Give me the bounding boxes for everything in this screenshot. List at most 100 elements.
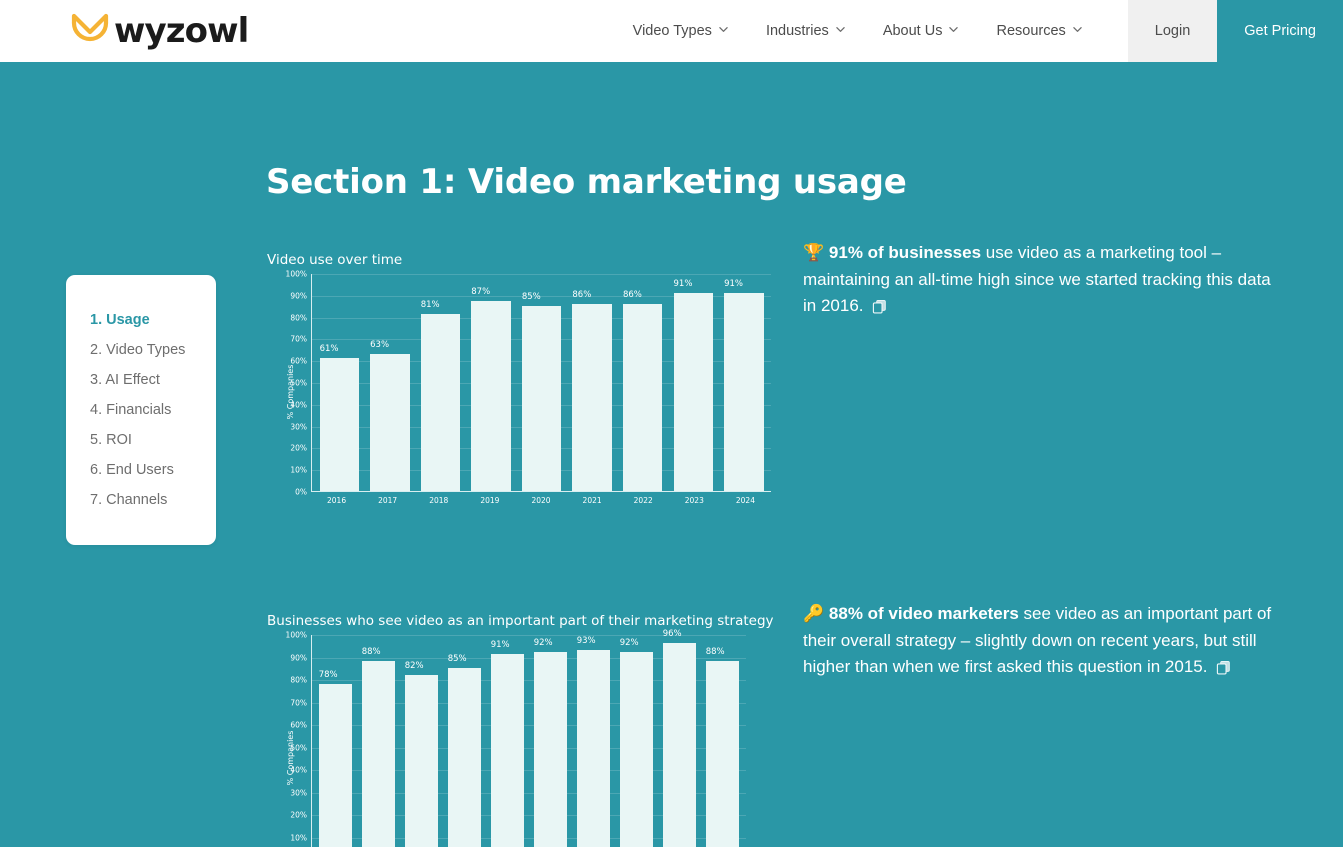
bar-slot: 96%	[658, 629, 701, 847]
y-tick-label: 60%	[290, 356, 307, 366]
x-tick-label: 2016	[327, 496, 347, 505]
nav-item-about-us[interactable]: About Us	[864, 0, 978, 62]
bar[interactable]: 86%	[622, 290, 663, 491]
bar-value-label: 81%	[420, 300, 440, 311]
section-navigation-card: 1. Usage 2. Video Types 3. AI Effect 4. …	[66, 275, 216, 545]
y-tick-label: 100%	[285, 269, 307, 279]
page-title: Section 1: Video marketing usage	[266, 162, 907, 202]
bar-series: 61% 63% 81% 87% 85% 86% 86% 91% 91%	[312, 274, 771, 491]
logo-text: wyzowl	[114, 11, 249, 51]
nav-item-resources[interactable]: Resources	[977, 0, 1100, 62]
bar-slot: 78%	[314, 635, 357, 847]
y-tick-label: 0%	[295, 487, 307, 497]
bar-value-label: 85%	[447, 653, 467, 664]
bar-value-label: 82%	[404, 660, 424, 671]
nav-item-video-types[interactable]: Video Types	[614, 0, 747, 62]
y-tick-label: 30%	[290, 788, 307, 797]
copy-icon[interactable]	[872, 299, 887, 314]
bar[interactable]: 63%	[370, 340, 410, 491]
x-tick-label: 2022	[633, 496, 653, 505]
bar[interactable]: 96%	[662, 629, 697, 847]
sidebar-item-roi[interactable]: 5. ROI	[66, 425, 216, 455]
bar[interactable]: 85%	[447, 654, 482, 847]
x-tick-label: 2019	[480, 496, 500, 505]
bar[interactable]: 88%	[705, 647, 740, 847]
chart-video-use-over-time: Video use over time % Companies 0% 10% 20%…	[263, 252, 775, 527]
bar[interactable]: 88%	[361, 647, 396, 847]
y-tick-label: 10%	[290, 465, 307, 475]
bar-slot: 92%	[529, 635, 572, 847]
y-tick-label: 30%	[290, 422, 307, 432]
bar-value-label: 63%	[370, 339, 390, 350]
y-tick-label: 20%	[290, 810, 307, 820]
y-tick-label: 20%	[290, 443, 307, 453]
bar-value-label: 91%	[724, 278, 743, 289]
bar[interactable]: 93%	[576, 636, 611, 847]
chart-plot: % Companies 0%10%20%30%40%50%60%70%80%90…	[263, 629, 750, 847]
sidebar-item-ai-effect[interactable]: 3. AI Effect	[66, 365, 216, 395]
bar[interactable]: 85%	[521, 292, 562, 491]
x-tick-label: 2017	[378, 496, 398, 505]
bar-slot: 86%	[567, 274, 618, 491]
nav-label: About Us	[882, 23, 943, 39]
y-tick-label: 50%	[290, 378, 307, 388]
key-emoji: 🔑	[803, 604, 825, 623]
y-tick-label: 40%	[290, 765, 307, 775]
bar[interactable]: 92%	[533, 638, 568, 847]
chart-video-important-part-of-strategy: Businesses who see video as an important…	[263, 613, 774, 847]
x-tick-label: 2020	[531, 496, 551, 505]
y-tick-label: 60%	[290, 720, 307, 730]
stat-highlight: 88% of video marketers	[828, 604, 1019, 623]
y-tick-label: 90%	[290, 653, 307, 662]
sidebar-item-financials[interactable]: 4. Financials	[66, 395, 216, 425]
bar-slot: 85%	[443, 635, 486, 847]
bar-value-label: 61%	[319, 344, 339, 355]
bar[interactable]: 78%	[318, 670, 353, 847]
bar-value-label: 86%	[622, 289, 642, 300]
chevron-down-icon	[1073, 25, 1082, 34]
copy-icon[interactable]	[1216, 660, 1231, 675]
trophy-emoji: 🏆	[803, 243, 825, 262]
main-navigation: Video Types Industries About Us Resource…	[614, 0, 1343, 62]
bar-slot: 87%	[466, 274, 517, 491]
bar[interactable]: 86%	[572, 290, 612, 491]
bar[interactable]: 82%	[404, 661, 439, 847]
sidebar-item-end-users[interactable]: 6. End Users	[66, 455, 216, 485]
bar[interactable]: 91%	[673, 279, 713, 491]
sidebar-item-usage[interactable]: 1. Usage	[66, 305, 216, 335]
bar-slot: 86%	[617, 274, 668, 491]
chart-title: Video use over time	[267, 252, 403, 268]
chart-plot: % Companies 0%10%20%30%40%50%60%70%80%90…	[263, 270, 775, 509]
wyzowl-owl-mark-icon	[68, 9, 112, 53]
bar[interactable]: 91%	[490, 640, 525, 847]
chevron-down-icon	[949, 25, 959, 34]
bar-value-label: 91%	[490, 640, 510, 651]
plot-area: 61% 63% 81% 87% 85% 86% 86% 91% 91%	[311, 274, 771, 492]
bar-value-label: 88%	[361, 647, 381, 657]
bar-slot: 93%	[572, 635, 615, 847]
bar-slot: 61%	[314, 274, 365, 491]
bar-slot: 91%	[668, 274, 719, 491]
logo[interactable]: wyzowl	[0, 0, 249, 62]
get-pricing-button[interactable]: Get Pricing	[1217, 0, 1343, 62]
bar-slot: 88%	[701, 635, 744, 847]
sidebar-item-channels[interactable]: 7. Channels	[66, 485, 216, 515]
chart-title: Businesses who see video as an important…	[267, 613, 774, 629]
plot-area: 78% 88% 82% 85% 91% 92% 93% 92% 96% 88%	[311, 629, 746, 847]
bar[interactable]: 61%	[319, 344, 359, 491]
bar[interactable]: 87%	[471, 287, 511, 491]
sidebar-item-video-types[interactable]: 2. Video Types	[66, 335, 216, 365]
bar-slot: 63%	[365, 274, 416, 491]
nav-label: Resources	[996, 23, 1066, 39]
stat-video-strategy: 🔑 88% of video marketers see video as an…	[803, 601, 1273, 681]
bar-slot: 91%	[719, 274, 770, 491]
bar[interactable]: 81%	[420, 300, 461, 491]
y-tick-label: 90%	[290, 291, 307, 301]
nav-item-industries[interactable]: Industries	[747, 0, 864, 62]
nav-label: Video Types	[632, 23, 712, 39]
page-body: Section 1: Video marketing usage 1. Usag…	[0, 62, 1343, 847]
y-tick-label: 70%	[290, 334, 307, 344]
bar[interactable]: 91%	[724, 279, 764, 491]
login-button[interactable]: Login	[1127, 0, 1218, 62]
bar[interactable]: 92%	[619, 638, 654, 847]
